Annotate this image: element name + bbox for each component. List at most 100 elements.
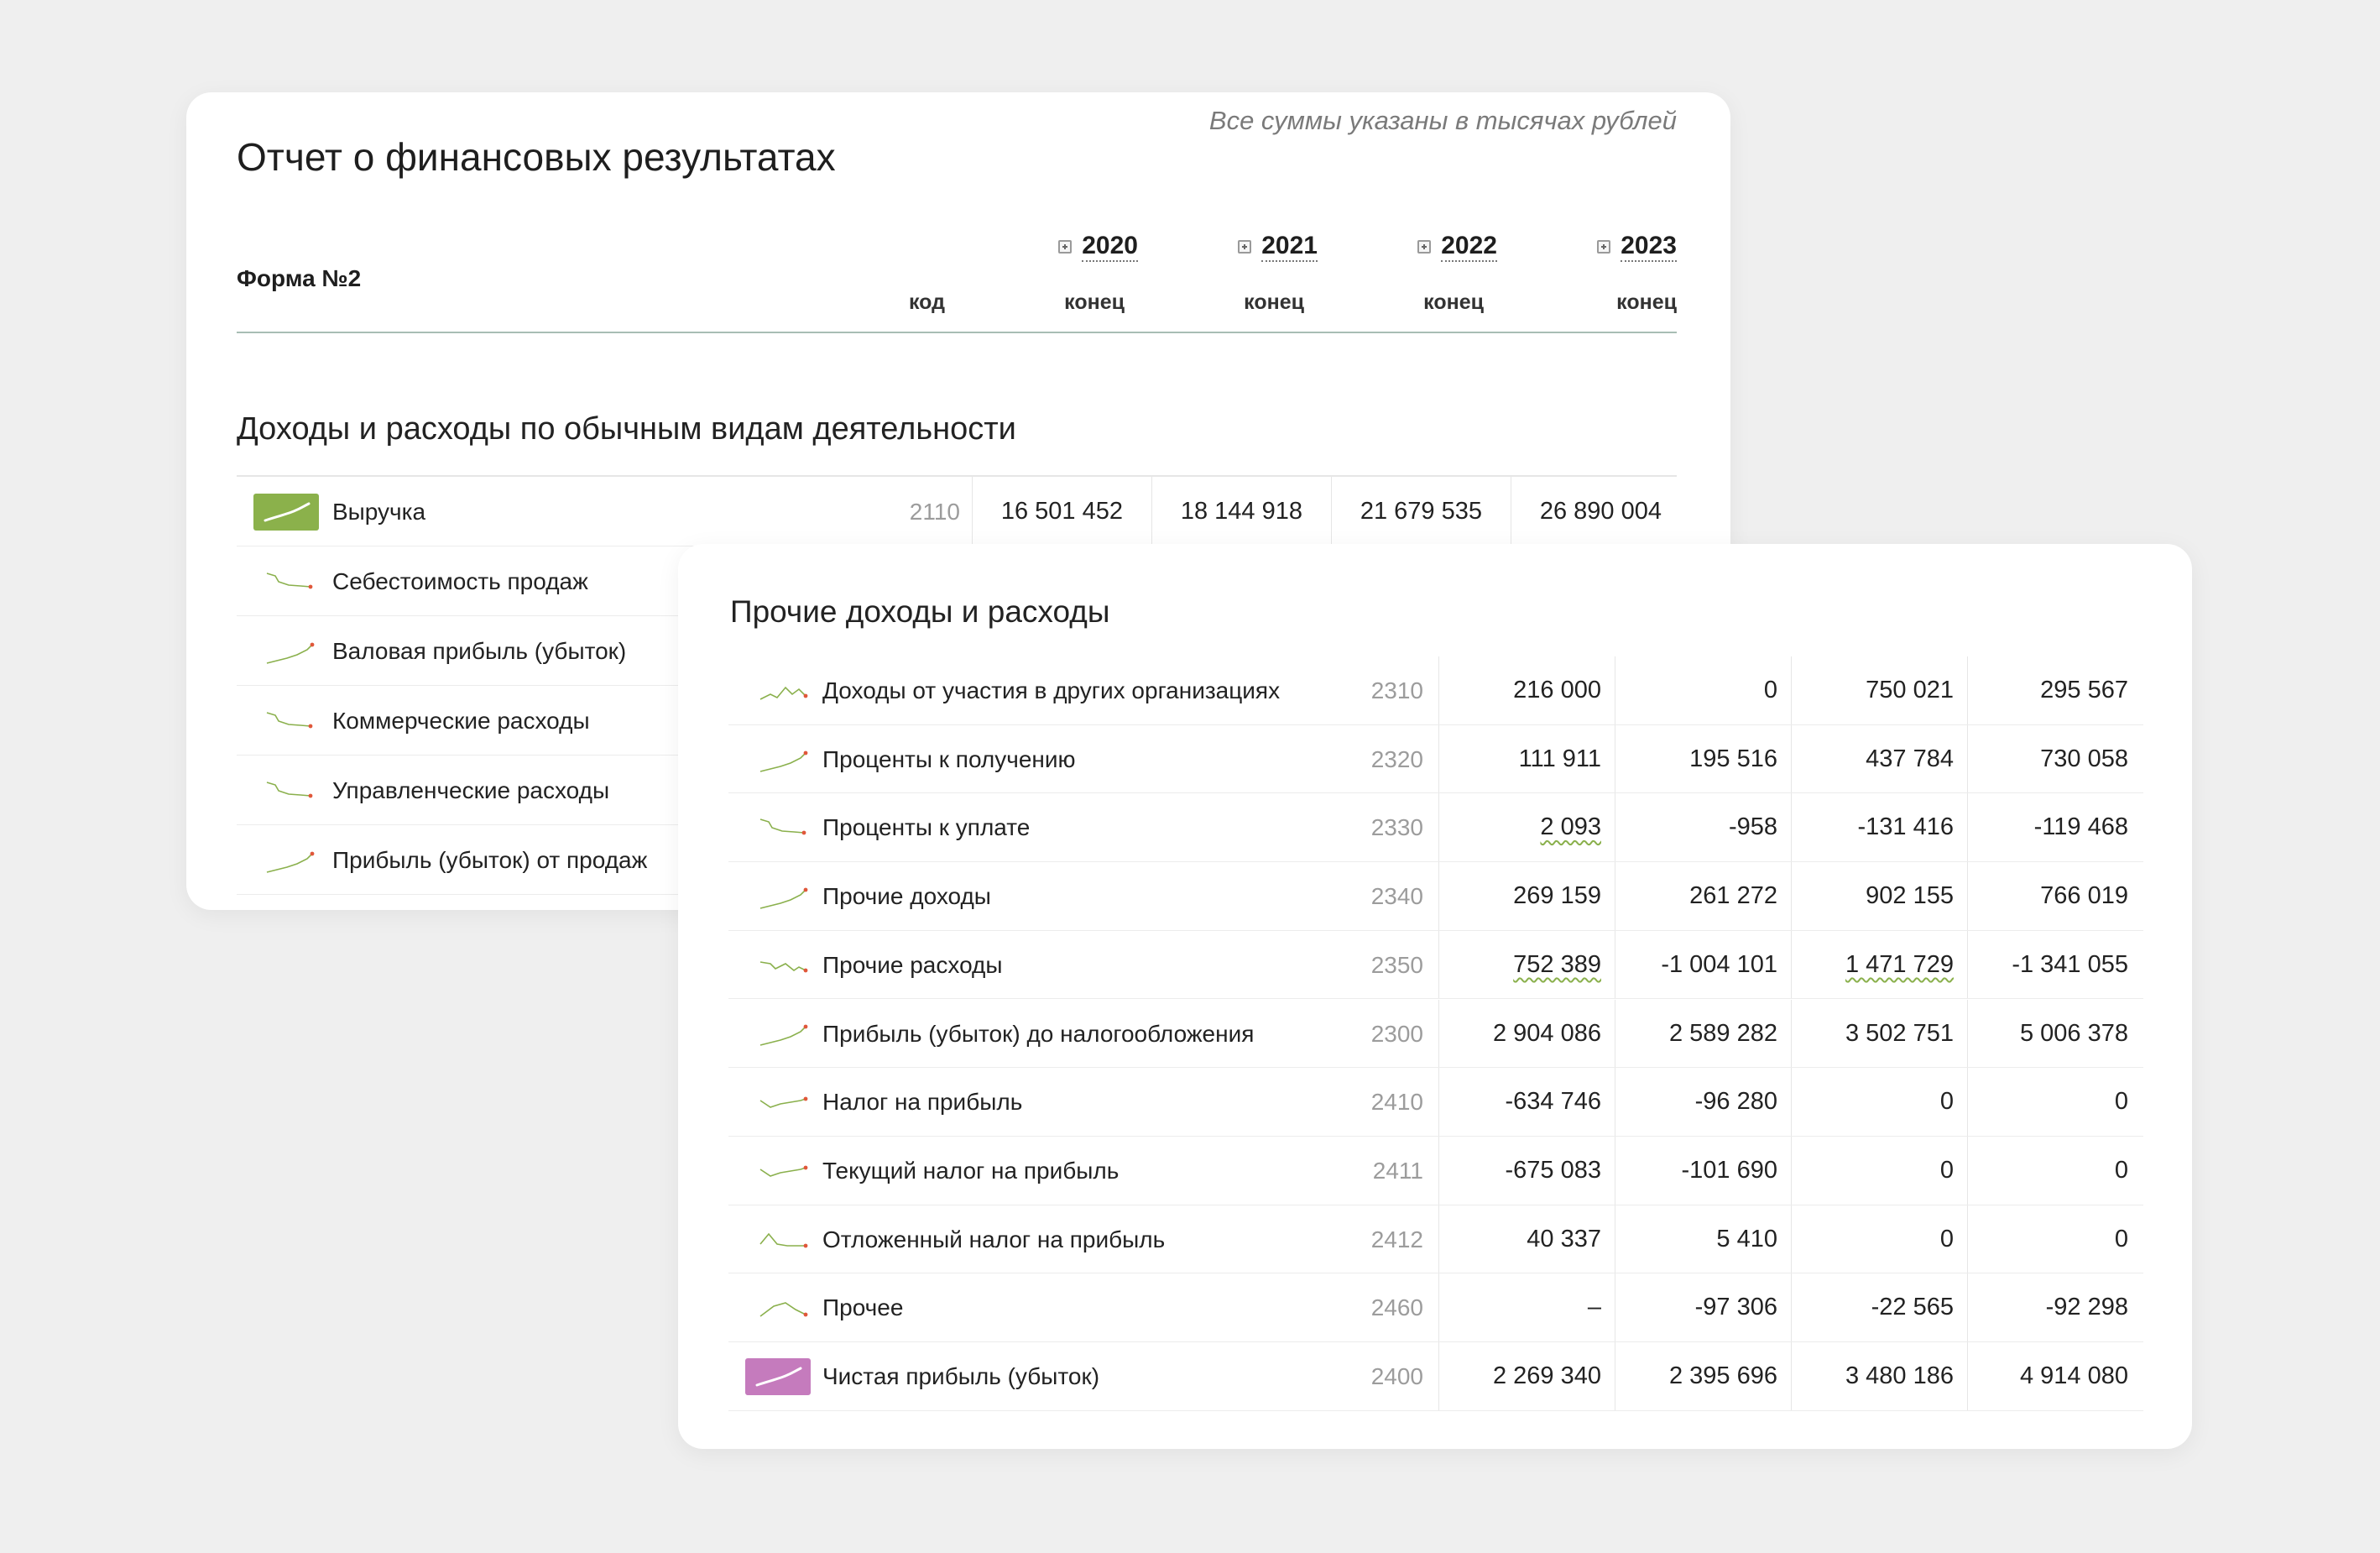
sparkline-highlight-icon[interactable] [253,493,319,531]
row-value[interactable]: 21 679 535 [1360,477,1482,546]
row-value[interactable]: 2 904 086 [1493,1000,1601,1069]
row-value[interactable]: 0 [2115,1068,2128,1137]
sparkline-icon[interactable] [757,952,811,979]
row-value[interactable]: -22 565 [1871,1273,1954,1342]
sparkline-icon[interactable] [757,1020,811,1047]
table-row[interactable]: Налог на прибыль 2410 -634 746 -96 280 0 0 [728,1068,2143,1137]
row-value[interactable]: 26 890 004 [1540,477,1662,546]
row-value[interactable]: -634 746 [1506,1068,1602,1137]
sparkline-icon[interactable] [264,777,317,804]
year-header-2020[interactable]: 2020 [1026,227,1138,267]
row-value[interactable]: -1 341 055 [2012,931,2128,1000]
row-value[interactable]: 766 019 [2040,862,2128,931]
table-row[interactable]: Прибыль (убыток) до налогообложения 2300 2… [728,999,2143,1069]
row-value[interactable]: 2 589 282 [1669,1000,1777,1069]
table-row[interactable]: Чистая прибыль (убыток) 2400 2 269 340 2 39… [728,1342,2143,1411]
row-value[interactable]: 3 502 751 [1845,1000,1954,1069]
expand-plus-icon[interactable] [1417,240,1432,254]
row-value[interactable]: 752 389 [1513,931,1601,1000]
sparkline-highlight-icon[interactable] [745,1357,811,1395]
row-value[interactable]: 2 269 340 [1493,1342,1601,1411]
sparkline-icon[interactable] [264,568,317,595]
row-value[interactable]: 437 784 [1866,725,1954,794]
row-value[interactable]: 750 021 [1866,656,1954,725]
column-separator [972,477,973,546]
table-row[interactable]: Проценты к уплате 2330 2 093 -958 -131 416 -1… [728,793,2143,863]
row-code: 2340 [1370,883,1423,910]
row-value[interactable]: 16 501 452 [1001,477,1123,546]
table-row[interactable]: Прочее 2460 – -97 306 -22 565 -92 298 [728,1273,2143,1342]
row-value[interactable]: 0 [2115,1205,2128,1274]
row-value[interactable]: 269 159 [1513,862,1601,931]
value-text: 261 272 [1689,882,1777,910]
column-separator [1438,724,1439,793]
row-value[interactable]: 5 410 [1716,1205,1777,1274]
row-value[interactable]: 2 395 696 [1669,1342,1777,1411]
row-value[interactable]: 0 [1940,1068,1954,1137]
row-value[interactable]: -958 [1729,793,1777,862]
row-value[interactable]: 730 058 [2040,725,2128,794]
table-row[interactable]: Прочие доходы 2340 269 159 261 272 902 155 76… [728,862,2143,931]
row-value[interactable]: -101 690 [1682,1137,1778,1205]
row-value[interactable]: 195 516 [1689,725,1777,794]
expand-plus-icon[interactable] [1058,240,1073,254]
column-separator [1967,1342,1968,1410]
year-label[interactable]: 2023 [1621,232,1677,262]
row-code: 2400 [1370,1363,1423,1389]
row-value[interactable]: 4 914 080 [2020,1342,2128,1411]
sparkline-icon[interactable] [264,847,317,874]
table-row[interactable]: Выручка 2110 16 501 452 18 144 918 21 679 53… [237,477,1677,546]
row-value[interactable]: 902 155 [1866,862,1954,931]
row-value[interactable]: 1 471 729 [1845,931,1954,1000]
sparkline-icon[interactable] [264,708,317,735]
row-value[interactable]: 0 [1764,656,1777,725]
row-value[interactable]: 0 [1940,1137,1954,1205]
table-row[interactable]: Прочие расходы 2350 752 389 -1 004 101 1 471… [728,930,2143,1000]
sparkline-icon[interactable] [757,1294,811,1321]
table-row[interactable]: Отложенный налог на прибыль 2412 40 337 5 4… [728,1205,2143,1274]
table-row[interactable]: Доходы от участия в других организациях 2… [728,656,2143,725]
sparkline-icon[interactable] [757,677,811,704]
row-value[interactable]: -1 004 101 [1661,931,1777,1000]
row-value[interactable]: 295 567 [2040,656,2128,725]
row-value[interactable]: -119 468 [2034,793,2128,862]
row-label: Себестоимость продаж [332,568,588,594]
year-header-2022[interactable]: 2022 [1385,227,1497,267]
row-value[interactable]: 0 [1940,1205,1954,1274]
sparkline-icon[interactable] [757,814,811,841]
sparkline-icon[interactable] [757,1089,811,1116]
sparkline-icon[interactable] [757,746,811,773]
row-value[interactable]: 2 093 [1540,793,1601,862]
sparkline-icon[interactable] [264,638,317,665]
row-label: Прочие доходы [822,883,991,910]
row-value[interactable]: – [1588,1273,1601,1342]
row-value[interactable]: -131 416 [1858,793,1955,862]
row-value[interactable]: 111 911 [1519,725,1601,794]
year-header-2021[interactable]: 2021 [1205,227,1318,267]
table-row[interactable]: Текущий налог на прибыль 2411 -675 083 -101… [728,1136,2143,1205]
row-value[interactable]: -97 306 [1695,1273,1777,1342]
expand-plus-icon[interactable] [1597,240,1611,254]
sparkline-icon[interactable] [757,883,811,910]
row-value[interactable]: 40 337 [1527,1205,1601,1274]
year-label[interactable]: 2022 [1441,232,1497,262]
sparkline-icon[interactable] [757,1158,811,1184]
row-value[interactable]: -92 298 [2046,1273,2128,1342]
table-row[interactable]: Проценты к получению 2320 111 911 195 516 43… [728,724,2143,794]
row-value[interactable]: -96 280 [1695,1068,1777,1137]
column-header-code: код [909,290,945,314]
row-value[interactable]: 261 272 [1689,862,1777,931]
row-value[interactable]: 0 [2115,1137,2128,1205]
row-value[interactable]: 216 000 [1513,656,1601,725]
row-value[interactable]: 18 144 918 [1181,477,1302,546]
row-value[interactable]: 5 006 378 [2020,1000,2128,1069]
expand-plus-icon[interactable] [1238,240,1252,254]
column-separator [1791,862,1792,930]
year-label[interactable]: 2020 [1082,232,1138,262]
row-value[interactable]: 3 480 186 [1845,1342,1954,1411]
value-text: -131 416 [1857,813,1955,841]
year-label[interactable]: 2021 [1261,232,1318,262]
sparkline-icon[interactable] [757,1226,811,1252]
year-header-2023[interactable]: 2023 [1564,227,1677,267]
row-value[interactable]: -675 083 [1506,1137,1602,1205]
